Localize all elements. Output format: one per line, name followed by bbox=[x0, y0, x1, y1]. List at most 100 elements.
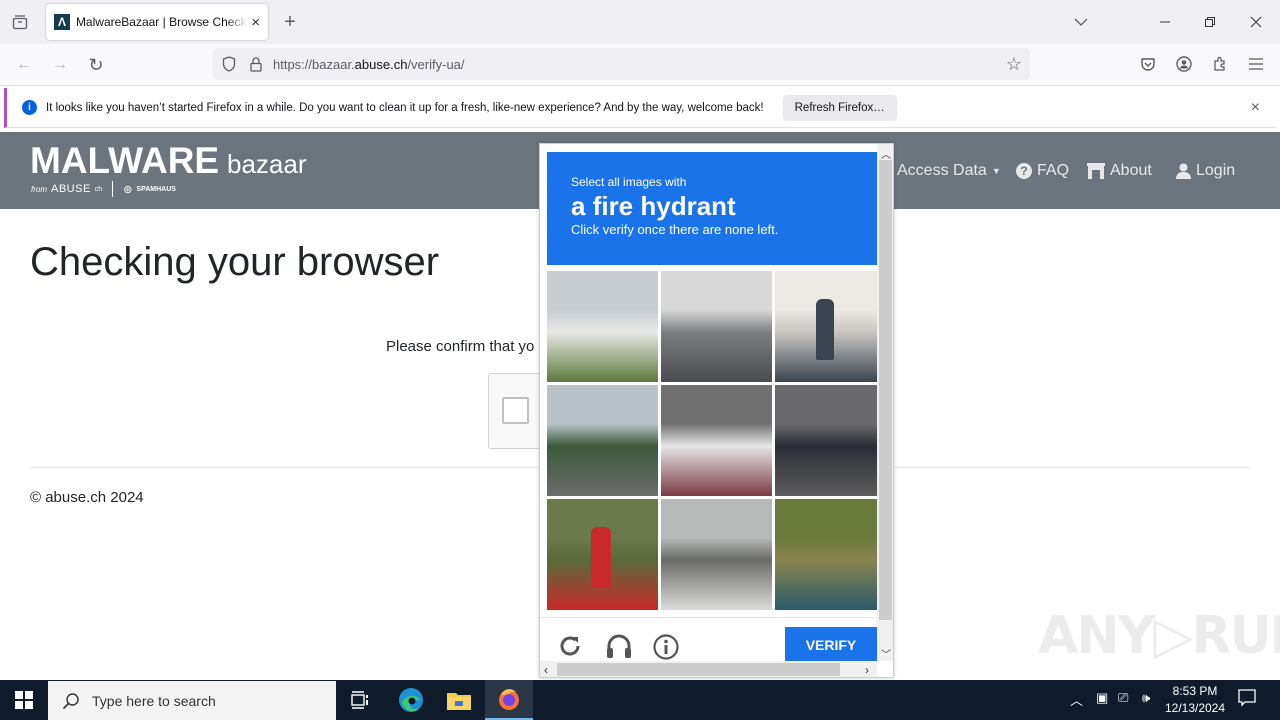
captcha-tile[interactable] bbox=[547, 271, 658, 382]
close-notification-icon[interactable]: × bbox=[1251, 99, 1260, 117]
captcha-tile[interactable] bbox=[661, 385, 772, 496]
edge-icon bbox=[399, 688, 423, 712]
captcha-image-grid bbox=[547, 271, 877, 610]
menu-icon[interactable] bbox=[1246, 54, 1266, 74]
captcha-challenge: Select all images with a fire hydrant Cl… bbox=[539, 143, 894, 678]
clock-time: 8:53 PM bbox=[1172, 684, 1218, 698]
url-path: /verify-ua/ bbox=[407, 56, 465, 72]
vertical-scroll-thumb[interactable] bbox=[879, 160, 892, 620]
captcha-hint: Click verify once there are none left. bbox=[571, 222, 779, 237]
forward-icon[interactable]: → bbox=[49, 55, 71, 75]
task-view-icon bbox=[351, 691, 368, 709]
nav-faq[interactable]: ? FAQ bbox=[1016, 162, 1069, 180]
logo-malware[interactable]: MALWARE bbox=[30, 140, 219, 182]
captcha-tile[interactable] bbox=[661, 271, 772, 382]
refresh-firefox-button[interactable]: Refresh Firefox… bbox=[782, 94, 897, 121]
logo-spamhaus: SPAMHAUS bbox=[136, 185, 176, 193]
nav-login-label: Login bbox=[1196, 162, 1236, 179]
nav-faq-label: FAQ bbox=[1037, 162, 1070, 179]
captcha-footer-divider bbox=[540, 617, 877, 618]
restore-icon[interactable] bbox=[1200, 12, 1220, 32]
notification-bar: i It looks like you haven’t started Fire… bbox=[4, 88, 1276, 128]
url-bar[interactable]: https://bazaar.abuse.ch/verify-ua/ ☆ bbox=[213, 48, 1030, 80]
notification-message: It looks like you haven’t started Firefo… bbox=[46, 101, 764, 114]
user-icon bbox=[1176, 163, 1191, 179]
verify-button[interactable]: VERIFY bbox=[785, 627, 877, 663]
meet-now-icon[interactable]: ▣ bbox=[1096, 690, 1108, 706]
folder-icon bbox=[447, 693, 471, 710]
scroll-down-icon[interactable]: ﹀ bbox=[881, 646, 891, 661]
close-window-icon[interactable] bbox=[1246, 12, 1266, 32]
captcha-target: a fire hydrant bbox=[571, 191, 736, 221]
file-explorer-taskbar-button[interactable] bbox=[435, 680, 483, 720]
logo-from-text: from bbox=[31, 184, 47, 194]
search-placeholder: Type here to search bbox=[92, 692, 216, 709]
hydrant-shape bbox=[815, 298, 835, 360]
taskbar-search[interactable]: Type here to search bbox=[48, 681, 336, 720]
edge-taskbar-button[interactable] bbox=[387, 680, 435, 720]
question-circle-icon: ? bbox=[1016, 163, 1032, 179]
reload-icon[interactable]: ↻ bbox=[85, 55, 107, 75]
captcha-header: Select all images with a fire hydrant Cl… bbox=[547, 152, 877, 265]
captcha-tile[interactable] bbox=[775, 385, 877, 496]
back-icon[interactable]: ← bbox=[13, 55, 35, 75]
nav-about[interactable]: About bbox=[1087, 162, 1152, 180]
firefox-taskbar-button[interactable] bbox=[485, 680, 533, 720]
url-prefix: https://bazaar. bbox=[273, 56, 355, 72]
browser-tab[interactable]: Λ MalwareBazaar | Browse Checking your b… bbox=[46, 4, 268, 40]
list-all-tabs-icon[interactable] bbox=[1070, 12, 1092, 32]
network-icon[interactable]: ⎚ bbox=[1118, 690, 1128, 706]
building-icon bbox=[1087, 163, 1105, 179]
minimize-icon[interactable] bbox=[1155, 12, 1175, 32]
scroll-right-icon[interactable]: › bbox=[865, 663, 869, 677]
account-icon[interactable] bbox=[1174, 54, 1194, 74]
logo-byline: from ABUSE ch ⊛ SPAMHAUS bbox=[31, 181, 176, 197]
pocket-icon[interactable] bbox=[1138, 54, 1158, 74]
lock-icon[interactable] bbox=[249, 56, 263, 72]
url-text[interactable]: https://bazaar.abuse.ch/verify-ua/ bbox=[273, 57, 465, 72]
captcha-checkbox[interactable] bbox=[502, 397, 529, 424]
scroll-left-icon[interactable]: ‹ bbox=[544, 663, 548, 677]
copyright: © abuse.ch 2024 bbox=[30, 489, 144, 506]
extensions-icon[interactable] bbox=[1210, 54, 1230, 74]
volume-icon[interactable]: 🕪 bbox=[1142, 690, 1150, 706]
task-view-button[interactable] bbox=[336, 680, 384, 720]
hydrant-shape bbox=[591, 526, 612, 588]
clock-date: 12/13/2024 bbox=[1164, 701, 1226, 715]
new-tab-button[interactable]: + bbox=[280, 10, 300, 34]
captcha-tile[interactable] bbox=[775, 499, 877, 610]
horizontal-scroll-thumb[interactable] bbox=[557, 663, 840, 676]
nav-access-data[interactable]: Access Data ▼ bbox=[897, 162, 1001, 180]
firefox-icon bbox=[499, 689, 519, 710]
close-tab-icon[interactable]: × bbox=[251, 14, 260, 31]
captcha-tile[interactable] bbox=[547, 385, 658, 496]
info-icon: i bbox=[22, 100, 37, 115]
caret-down-icon: ▼ bbox=[991, 166, 1001, 176]
taskbar-clock[interactable]: 8:53 PM 12/13/2024 bbox=[1160, 683, 1230, 717]
spamhaus-icon: ⊛ bbox=[123, 183, 133, 196]
logo-separator bbox=[112, 181, 114, 197]
nav-access-data-label: Access Data bbox=[897, 162, 987, 179]
tab-title: MalwareBazaar | Browse Checking your bro… bbox=[75, 15, 247, 29]
captcha-instruction: Select all images with bbox=[571, 175, 687, 189]
tab-list-icon[interactable] bbox=[8, 12, 32, 32]
anyrun-watermark: ANY▷RUN bbox=[1038, 606, 1280, 666]
captcha-tile[interactable] bbox=[661, 499, 772, 610]
url-domain: abuse.ch bbox=[354, 56, 408, 72]
logo-ch: ch bbox=[94, 185, 103, 193]
logo-abuse: ABUSE bbox=[51, 183, 91, 195]
captcha-tile[interactable] bbox=[547, 499, 658, 610]
search-icon bbox=[62, 692, 79, 709]
shield-icon[interactable] bbox=[221, 56, 237, 72]
nav-about-label: About bbox=[1110, 162, 1152, 179]
start-button[interactable] bbox=[0, 680, 48, 720]
captcha-tile[interactable] bbox=[775, 271, 877, 382]
show-hidden-icons[interactable]: ︿ bbox=[1070, 690, 1083, 709]
nav-login[interactable]: Login bbox=[1176, 162, 1235, 180]
logo-bazaar[interactable]: bazaar bbox=[227, 149, 307, 180]
notifications-icon[interactable] bbox=[1238, 689, 1256, 712]
windows-icon bbox=[15, 691, 33, 709]
star-icon[interactable]: ☆ bbox=[1006, 54, 1022, 75]
scroll-up-icon[interactable]: ︿ bbox=[881, 146, 891, 161]
confirm-text: Please confirm that yo bbox=[386, 338, 535, 355]
